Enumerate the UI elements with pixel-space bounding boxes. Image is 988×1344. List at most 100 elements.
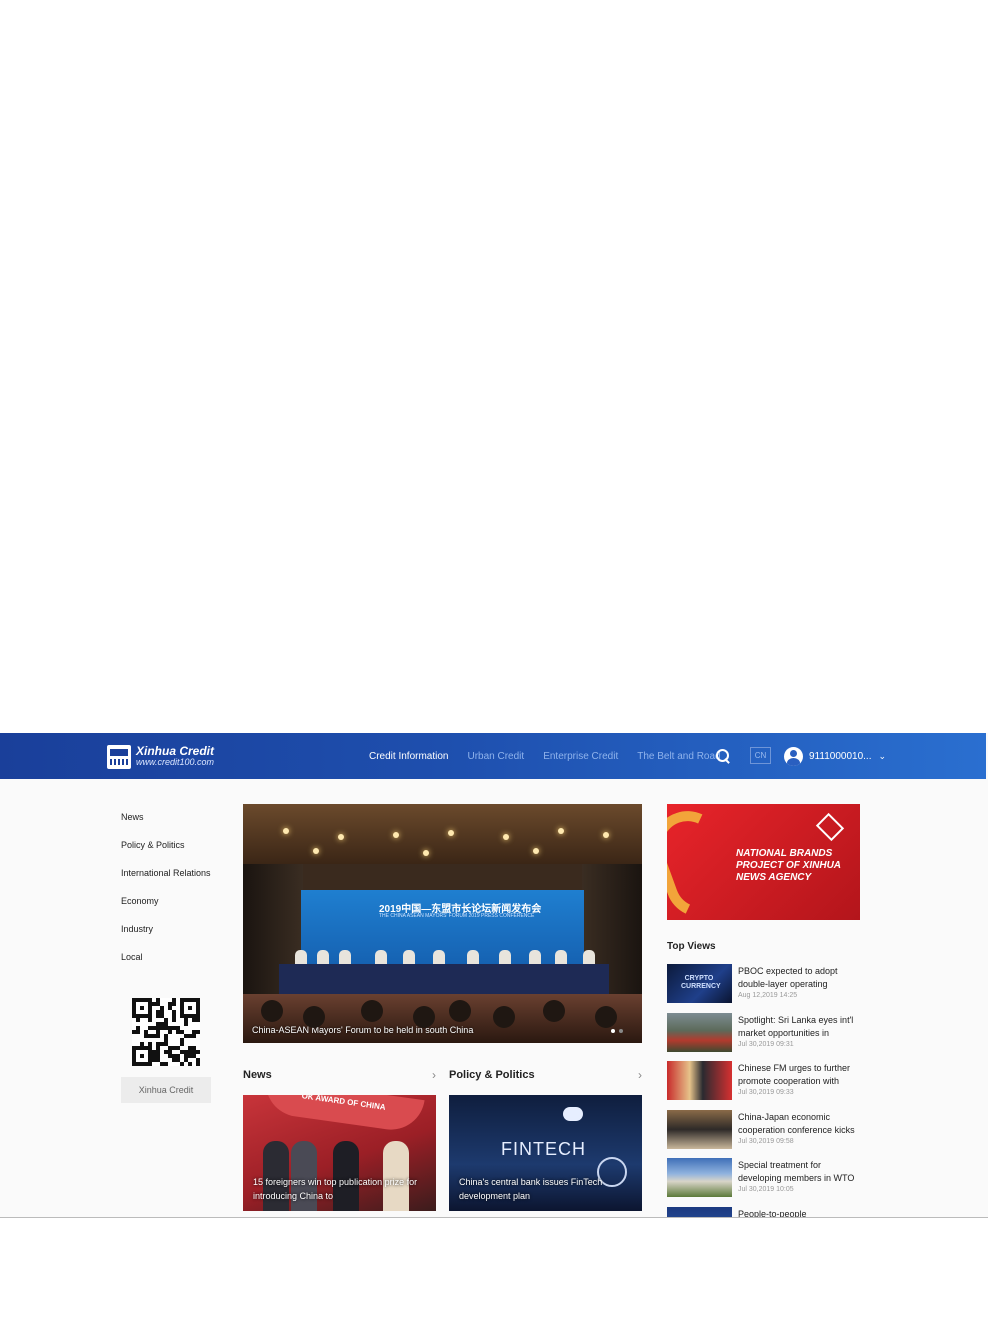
article-thumbnail [667, 1158, 732, 1197]
news-card[interactable]: OK AWARD OF CHINA 15 foreigners win top … [243, 1095, 436, 1211]
qr-module [148, 1062, 152, 1066]
sidebar-item-news[interactable]: News [121, 811, 211, 839]
qr-module [196, 1030, 200, 1034]
policy-card[interactable]: FINTECH China's central bank issues FinT… [449, 1095, 642, 1211]
user-menu[interactable]: 9111000010... ⌄ [784, 745, 886, 767]
ad-logo-icon [815, 812, 845, 842]
qr-module [180, 1042, 184, 1046]
audience-head [361, 1000, 383, 1022]
article-title: Chinese FM urges to further promote coop… [738, 1063, 851, 1086]
ad-text: NATIONAL BRANDS PROJECT OF XINHUA NEWS A… [736, 848, 841, 883]
qr-module [136, 1018, 140, 1022]
brand-url: www.credit100.com [136, 757, 215, 767]
article-date: Jul 30,2019 09:31 [738, 1040, 794, 1048]
hero-ceiling [243, 804, 642, 864]
nav-credit-information[interactable]: Credit Information [369, 751, 448, 762]
article-date: Jul 30,2019 09:58 [738, 1137, 794, 1145]
audience-head [261, 1000, 283, 1022]
article-date: Jul 30,2019 10:05 [738, 1186, 794, 1193]
language-toggle-button[interactable]: CN [750, 747, 771, 764]
article-thumbnail [667, 1109, 732, 1149]
carousel-dot-2[interactable] [619, 1029, 623, 1033]
featured-carousel[interactable]: 2019中国—东盟市长论坛新闻发布会 THE CHINA ASEAN MAYOR… [243, 804, 642, 1043]
news-section-title: News [243, 1069, 272, 1081]
audience-head [543, 1000, 565, 1022]
top-views-title: Top Views [667, 941, 716, 952]
xinhua-logo-icon [107, 745, 131, 769]
qr-module [180, 1062, 184, 1066]
advertisement-banner[interactable]: NATIONAL BRANDS PROJECT OF XINHUA NEWS A… [667, 804, 860, 920]
article-title: PBOC expected to adopt double-layer oper… [738, 966, 838, 989]
article-thumbnail: CRYPTO CURRENCY [667, 964, 732, 1003]
ceiling-light [533, 848, 539, 854]
ceiling-light [503, 834, 509, 840]
fintech-image-word: FINTECH [501, 1139, 586, 1159]
qr-module [196, 1062, 200, 1066]
nav-enterprise-credit[interactable]: Enterprise Credit [543, 751, 618, 762]
sidebar-item-economy[interactable]: Economy [121, 895, 211, 923]
qr-module [188, 1006, 192, 1010]
list-item[interactable]: CRYPTO CURRENCY PBOC expected to adopt d… [667, 964, 862, 1013]
qr-module [196, 1050, 200, 1054]
qr-label-button[interactable]: Xinhua Credit [121, 1077, 211, 1103]
carousel-dot-1[interactable] [611, 1029, 615, 1033]
qr-module [192, 1034, 196, 1038]
article-title: China-Japan economic cooperation confere… [738, 1111, 855, 1135]
nav-urban-credit[interactable]: Urban Credit [467, 751, 524, 762]
audience-head [595, 1006, 617, 1028]
article-title: Spotlight: Sri Lanka eyes int'l market o… [738, 1014, 854, 1038]
policy-card-caption: China's central bank issues FinTech deve… [459, 1177, 603, 1201]
qr-module [148, 1018, 152, 1022]
search-icon[interactable] [715, 748, 731, 764]
news-section-header[interactable]: News › [243, 1067, 436, 1083]
article-thumbnail [667, 1206, 732, 1217]
list-item[interactable]: Spotlight: Sri Lanka eyes int'l market o… [667, 1012, 862, 1062]
hero-caption[interactable]: China-ASEAN Mayors' Forum to be held in … [252, 1025, 473, 1035]
article-thumbnail [667, 1061, 732, 1100]
list-item[interactable]: Special treatment for developing members… [667, 1158, 862, 1207]
sidebar-menu: News Policy & Politics International Rel… [121, 811, 211, 979]
list-item[interactable]: Chinese FM urges to further promote coop… [667, 1061, 862, 1110]
qr-module [140, 1006, 144, 1010]
chevron-down-icon: ⌄ [878, 750, 887, 761]
sidebar-item-policy-politics[interactable]: Policy & Politics [121, 839, 211, 867]
award-banner: OK AWARD OF CHINA [261, 1095, 425, 1134]
qr-code-image [132, 998, 200, 1066]
policy-section-title: Policy & Politics [449, 1069, 535, 1081]
sidebar-item-international-relations[interactable]: International Relations [121, 867, 211, 895]
ceiling-light [603, 832, 609, 838]
audience-head [413, 1006, 435, 1028]
qr-module [140, 1054, 144, 1058]
qr-module [156, 1034, 160, 1038]
news-card-caption: 15 foreigners win top publication prize … [253, 1177, 418, 1201]
policy-section-header[interactable]: Policy & Politics › [449, 1067, 642, 1083]
page-frame: Xinhua Credit www.credit100.com Credit I… [0, 733, 988, 1218]
audience-head [303, 1006, 325, 1028]
key-icon [563, 1107, 583, 1121]
nav-belt-and-road[interactable]: The Belt and Road [637, 751, 720, 762]
list-item[interactable]: China-Japan economic cooperation confere… [667, 1109, 862, 1159]
ceiling-light [313, 848, 319, 854]
user-id-label: 9111000010... [809, 750, 872, 762]
qr-module [172, 1002, 176, 1006]
qr-module [168, 1030, 172, 1034]
sidebar-item-local[interactable]: Local [121, 951, 211, 979]
article-title: Special treatment for developing members… [738, 1160, 855, 1183]
ceiling-light [448, 830, 454, 836]
article-title: People-to-people [738, 1208, 807, 1218]
article-thumbnail [667, 1012, 732, 1052]
brand-name: Xinhua Credit [136, 744, 215, 758]
site-logo[interactable]: Xinhua Credit www.credit100.com [107, 744, 227, 770]
chevron-right-icon[interactable]: › [432, 1068, 436, 1082]
article-date: Jul 30,2019 09:33 [738, 1089, 794, 1096]
sidebar-item-industry[interactable]: Industry [121, 923, 211, 951]
qr-module [188, 1062, 192, 1066]
qr-module [164, 1062, 168, 1066]
dragon-graphic [667, 804, 746, 920]
audience-head [449, 1000, 471, 1022]
chevron-right-icon[interactable]: › [638, 1068, 642, 1082]
top-navigation-bar: Xinhua Credit www.credit100.com Credit I… [0, 733, 986, 779]
main-nav: Credit Information Urban Credit Enterpri… [369, 733, 740, 779]
list-item[interactable]: People-to-people [667, 1206, 862, 1218]
ceiling-light [283, 828, 289, 834]
